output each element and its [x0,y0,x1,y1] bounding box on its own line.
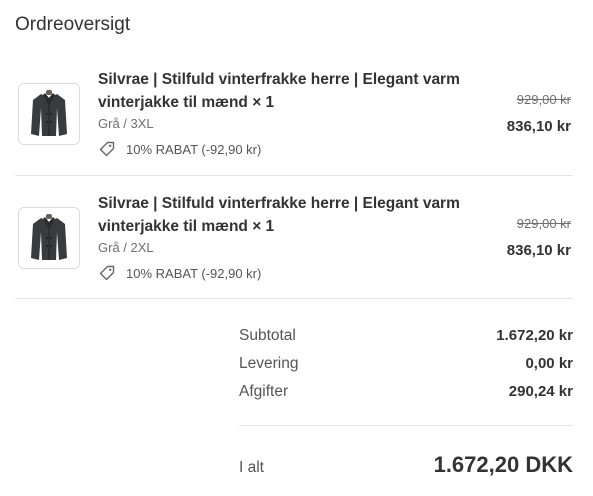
divider [15,175,573,176]
line-item: Silvrae | Stilfuld vinterfrakke herre | … [15,66,573,178]
subtotal-value: 1.672,20 kr [496,327,573,344]
taxes-label: Afgifter [239,383,289,400]
product-variant: Grå / 2XL [98,240,154,255]
discount-text: 10% RABAT (-92,90 kr) [126,265,262,281]
taxes-value: 290,24 kr [508,383,573,400]
divider [15,298,573,299]
product-name: Silvrae | Stilfuld vinterfrakke herre | … [98,71,460,111]
tag-icon [98,264,116,282]
coat-image [19,84,79,144]
final-price: 836,10 kr [506,242,571,259]
product-thumbnail [18,83,80,145]
product-name: Silvrae | Stilfuld vinterfrakke herre | … [98,195,460,235]
discount-text: 10% RABAT (-92,90 kr) [126,141,262,157]
subtotal-row: Subtotal 1.672,20 kr [239,327,573,345]
line-item: Silvrae | Stilfuld vinterfrakke herre | … [15,190,573,302]
shipping-label: Levering [239,355,299,372]
discount-line: 10% RABAT (-92,90 kr) [98,264,261,282]
shipping-value: 0,00 kr [525,355,573,372]
taxes-row: Afgifter 290,24 kr [239,383,573,401]
coat-image [19,208,79,268]
shipping-row: Levering 0,00 kr [239,355,573,373]
tag-icon [98,140,116,158]
original-price: 929,00 kr [516,216,571,231]
product-variant: Grå / 3XL [98,116,154,131]
final-price: 836,10 kr [506,118,571,135]
divider [239,425,573,426]
page-title: Ordreoversigt [15,14,131,35]
subtotal-label: Subtotal [239,327,296,344]
total-row: I alt 1.672,20 DKK [239,452,573,478]
discount-line: 10% RABAT (-92,90 kr) [98,140,261,158]
product-thumbnail [18,207,80,269]
total-value: 1.672,20 DKK [433,452,573,477]
original-price: 929,00 kr [516,92,571,107]
total-label: I alt [239,459,264,476]
